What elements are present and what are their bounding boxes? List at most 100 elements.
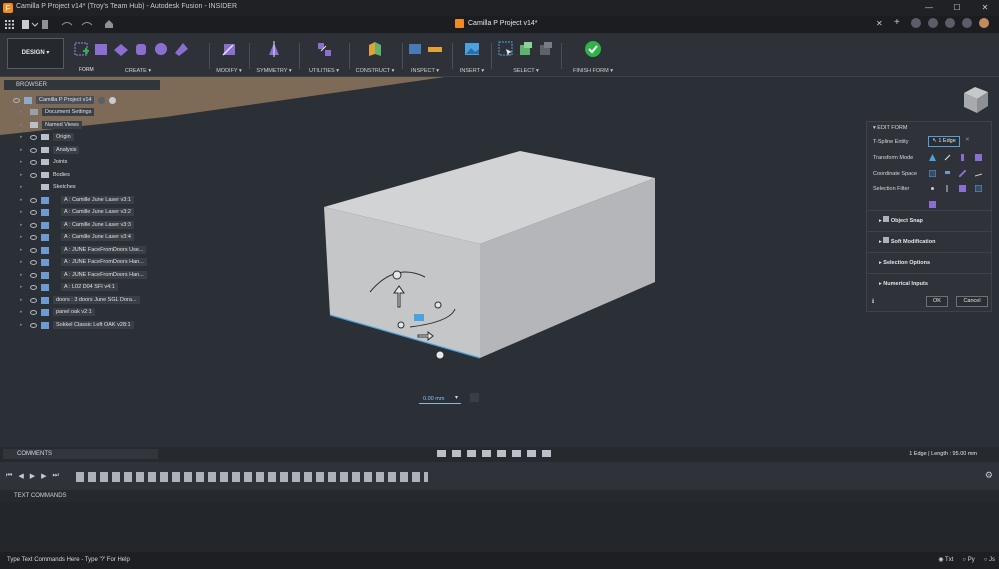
list-item[interactable]: ▸ A : Camille June Laser v3:2 — [20, 207, 134, 217]
world-space-icon[interactable] — [929, 170, 936, 177]
numerical-inputs-section[interactable]: ▸ Numerical Inputs — [867, 273, 991, 294]
plane-handle[interactable] — [414, 314, 424, 321]
list-item[interactable]: ▸ Analysis — [20, 145, 80, 155]
look-at-icon[interactable] — [452, 450, 461, 457]
manipulator-handle[interactable] — [397, 321, 405, 329]
offset-plane-icon[interactable] — [367, 41, 383, 57]
3d-viewport[interactable]: BROWSER Camilla P Project v14 ▸ Document … — [0, 77, 999, 447]
radio-active-icon[interactable] — [109, 96, 117, 104]
view-space-icon[interactable] — [944, 170, 951, 177]
list-item[interactable]: ▸ A : Camille June Laser v3:4 — [20, 232, 134, 242]
insert-menu[interactable]: INSERT ▾ — [456, 68, 488, 74]
symmetry-menu[interactable]: SYMMETRY ▾ — [254, 68, 294, 74]
list-item[interactable]: ▸ Sokkel Classic Left OAK v28:1 — [20, 320, 134, 330]
cylinder-icon[interactable] — [133, 41, 149, 57]
fit-icon[interactable] — [497, 450, 506, 457]
translate-icon[interactable] — [944, 154, 951, 161]
ruler-icon[interactable] — [427, 41, 443, 57]
finish-form-group[interactable]: FINISH FORM ▾ — [566, 37, 620, 74]
job-status-icon[interactable] — [928, 18, 938, 28]
grid-menu-icon[interactable] — [5, 20, 14, 29]
canvas-scene[interactable] — [0, 77, 999, 447]
pan-icon[interactable] — [467, 450, 476, 457]
document-tab[interactable]: Camilla P Project v14* — [455, 19, 538, 28]
edit-form-icon[interactable] — [221, 41, 237, 57]
workspace-switcher[interactable]: DESIGN ▾ — [7, 38, 64, 69]
utilities-menu[interactable]: UTILITIES ▾ — [304, 68, 344, 74]
list-item[interactable]: ▸ Joints — [20, 157, 67, 167]
visibility-eye-icon[interactable] — [30, 172, 37, 178]
gear-icon[interactable]: ⚙ — [985, 470, 993, 481]
rotate-icon[interactable] — [959, 154, 966, 161]
finish-form-menu[interactable]: FINISH FORM ▾ — [566, 68, 620, 74]
list-item[interactable]: ▸ A : JUNE FaceFromDoors Use... — [20, 245, 147, 255]
help-icon[interactable] — [962, 18, 972, 28]
sphere-icon[interactable] — [153, 41, 169, 57]
browser-root-label[interactable]: Camilla P Project v14 — [36, 96, 95, 104]
visibility-eye-icon[interactable] — [30, 147, 37, 153]
box-icon[interactable] — [93, 41, 109, 57]
select-faces-icon[interactable] — [538, 41, 554, 57]
visibility-eye-icon[interactable] — [30, 247, 37, 253]
list-item[interactable]: ▸ panel oak v2:1 — [20, 307, 95, 317]
manipulator-handle[interactable] — [435, 350, 445, 360]
select-menu[interactable]: SELECT ▾ — [494, 68, 558, 74]
list-item[interactable]: ▸ Sketches — [20, 182, 76, 192]
list-item[interactable]: ▸ A : JUNE FaceFromDoors Han... — [20, 257, 147, 267]
redo-icon[interactable] — [80, 20, 94, 29]
grid-settings-icon[interactable] — [527, 450, 536, 457]
close-button[interactable]: ✕ — [971, 0, 999, 16]
py-radio[interactable]: ○ Py — [962, 552, 974, 569]
visibility-eye-icon[interactable] — [30, 209, 37, 215]
visibility-eye-icon[interactable] — [13, 97, 20, 103]
home-icon[interactable] — [104, 19, 114, 29]
create-group[interactable]: CREATE ▾ — [73, 37, 189, 74]
ok-button[interactable]: OK — [926, 296, 948, 307]
construct-menu[interactable]: CONSTRUCT ▾ — [352, 68, 398, 74]
measure-icon[interactable] — [407, 41, 423, 57]
visibility-eye-icon[interactable] — [30, 322, 37, 328]
list-item[interactable]: ▸ Document Settings — [20, 107, 95, 117]
text-commands-header[interactable]: TEXT COMMANDS — [0, 490, 999, 502]
view-cube[interactable] — [964, 87, 988, 113]
list-item[interactable]: ▸ Origin — [20, 132, 74, 142]
tab-close-icon[interactable]: ✕ — [876, 19, 883, 28]
txt-radio[interactable]: ◉ Txt — [938, 552, 953, 569]
vertex-filter-icon[interactable] — [929, 185, 936, 192]
go-to-start-icon[interactable]: ⏮ — [6, 472, 12, 480]
body-filter-icon[interactable] — [975, 185, 982, 192]
list-item[interactable]: ▸ Bodies — [20, 170, 70, 180]
insert-image-icon[interactable] — [464, 41, 480, 57]
display-settings-icon[interactable] — [512, 450, 521, 457]
visibility-eye-icon[interactable] — [30, 272, 37, 278]
visibility-eye-icon[interactable] — [30, 222, 37, 228]
js-radio[interactable]: ○ Js — [984, 552, 995, 569]
visibility-eye-icon[interactable] — [30, 234, 37, 240]
text-command-input[interactable]: Type Text Commands Here - Type '?' For H… — [0, 552, 999, 569]
object-filter-icon[interactable] — [929, 201, 936, 208]
command-prompt[interactable]: Type Text Commands Here - Type '?' For H… — [7, 557, 130, 563]
list-item[interactable]: ▸ A : Camille June Laser v3:3 — [20, 220, 134, 230]
inspect-group[interactable]: INSPECT ▾ — [404, 37, 446, 74]
list-item[interactable]: ▸ A : L02 D04 SFI v4:1 — [20, 282, 118, 292]
browser-panel-header[interactable]: BROWSER — [4, 80, 160, 90]
new-tab-icon[interactable]: + — [894, 18, 904, 28]
torus-icon[interactable] — [173, 41, 189, 57]
select-group[interactable]: SELECT ▾ — [494, 37, 558, 74]
timeline-features[interactable] — [76, 472, 428, 482]
mirror-icon[interactable] — [266, 41, 282, 57]
dimension-options-icon[interactable] — [470, 393, 479, 402]
orbit-icon[interactable] — [437, 450, 446, 457]
cancel-button[interactable]: Cancel — [956, 296, 988, 307]
modify-group[interactable]: MODIFY ▾ — [212, 37, 246, 74]
step-forward-icon[interactable]: ▶ — [41, 472, 46, 480]
scale-icon[interactable] — [975, 154, 982, 161]
visibility-eye-icon[interactable] — [30, 259, 37, 265]
minimize-button[interactable]: — — [915, 0, 943, 16]
visibility-eye-icon[interactable] — [30, 197, 37, 203]
list-item[interactable]: ▸ A : Camille June Laser v3:1 — [20, 195, 134, 205]
notifications-icon[interactable] — [945, 18, 955, 28]
save-icon[interactable] — [42, 20, 48, 29]
modify-menu[interactable]: MODIFY ▾ — [212, 68, 246, 74]
info-icon[interactable]: ℹ — [872, 298, 874, 305]
